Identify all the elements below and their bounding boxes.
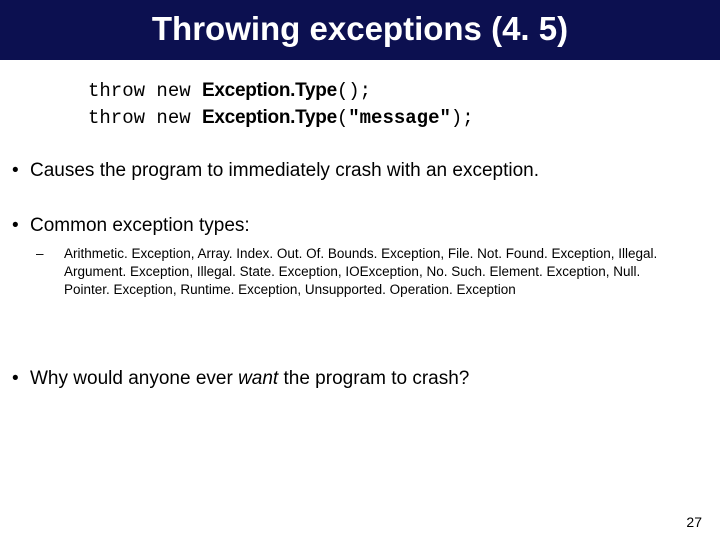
code-tail: );	[451, 107, 474, 129]
code-line-1: throw new Exception.Type();	[88, 78, 720, 105]
slide-title: Throwing exceptions (4. 5)	[0, 10, 720, 48]
bullet-text-post: the program to crash?	[278, 368, 469, 389]
code-block: throw new Exception.Type(); throw new Ex…	[88, 78, 720, 131]
bullet-text: Causes the program to immediately crash …	[30, 160, 539, 181]
code-exception-type: Exception.Type	[202, 107, 337, 128]
sub-bullet-marker: –	[50, 245, 64, 263]
bullet-text-pre: Why would anyone ever	[30, 368, 238, 389]
bullet-list: •Causes the program to immediately crash…	[12, 159, 720, 392]
code-paren: (	[337, 107, 348, 129]
sub-bullet: –Arithmetic. Exception, Array. Index. Ou…	[50, 245, 720, 300]
code-keyword: throw new	[88, 80, 202, 102]
sub-bullet-text: Arithmetic. Exception, Array. Index. Out…	[64, 246, 657, 297]
code-string: "message"	[348, 107, 451, 129]
bullet-marker: •	[12, 159, 30, 184]
bullet-item-2: •Common exception types:	[12, 214, 720, 239]
code-keyword: throw new	[88, 107, 202, 129]
bullet-marker: •	[12, 367, 30, 392]
page-number: 27	[686, 514, 702, 530]
code-tail: ();	[337, 80, 371, 102]
title-band: Throwing exceptions (4. 5)	[0, 0, 720, 60]
code-line-2: throw new Exception.Type("message");	[88, 105, 720, 132]
bullet-item-1: •Causes the program to immediately crash…	[12, 159, 720, 184]
bullet-item-3: •Why would anyone ever want the program …	[12, 367, 720, 392]
bullet-text-em: want	[238, 368, 278, 389]
code-exception-type: Exception.Type	[202, 80, 337, 101]
bullet-text: Common exception types:	[30, 215, 250, 236]
bullet-marker: •	[12, 214, 30, 239]
